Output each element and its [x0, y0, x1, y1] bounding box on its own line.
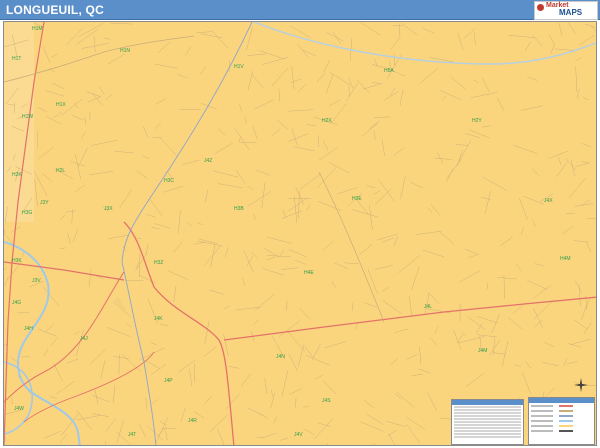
postal-code-label: J4V [294, 432, 303, 438]
logo-text-bottom: MAPS [559, 8, 583, 17]
postal-code-label: J4H [24, 326, 33, 332]
key-row-street [531, 409, 592, 413]
postal-code-label: J4J [80, 336, 88, 342]
postal-code-label: J4X [544, 198, 553, 204]
legend-row [454, 415, 521, 417]
title-bar: LONGUEUIL, QC Market MAPS [0, 0, 600, 20]
legend-row [454, 406, 521, 408]
postal-code-label: H3Z [154, 260, 163, 266]
key-row-highway [531, 404, 592, 408]
postal-code-label: H2L [56, 168, 65, 174]
legend-row [454, 436, 521, 438]
postal-code-label: J4W [14, 406, 24, 412]
key-row-scale [531, 429, 592, 433]
key-row-land [531, 424, 592, 428]
postal-code-label: H1N [120, 48, 130, 54]
map-canvas[interactable]: H1M H1N H1T H1V H1X H1W H2K H2L H2X H2Y H3C H3B H3E H… [3, 21, 597, 446]
postal-code-label: J3X [104, 206, 113, 212]
postal-code-label: H4M [560, 256, 571, 262]
map-title: LONGUEUIL, QC [6, 3, 104, 17]
logo-pin-icon [537, 4, 544, 11]
postal-code-label: H3C [164, 178, 174, 184]
postal-code-label: J3Y [40, 200, 49, 206]
postal-code-label: H1T [12, 56, 21, 62]
legend-row [454, 424, 521, 426]
postal-code-label: H2Y [472, 118, 482, 124]
legend-row [454, 421, 521, 423]
postal-code-label: J4R [188, 418, 197, 424]
legend-row [454, 409, 521, 411]
postal-code-label: J4T [128, 432, 136, 438]
postal-code-label: J4L [424, 304, 432, 310]
postal-code-label: H4E [304, 270, 314, 276]
postal-code-label: H1V [234, 64, 244, 70]
legend-rows [452, 406, 523, 438]
postal-code-label: H3E [352, 196, 362, 202]
postal-code-label: J4M [478, 348, 487, 354]
postal-code-label: H2K [12, 172, 22, 178]
legend-row [454, 418, 521, 420]
compass-rose-icon [574, 378, 588, 392]
key-row-rail [531, 414, 592, 418]
key-row-water [531, 419, 592, 423]
postal-code-label: H3K [12, 258, 22, 264]
legend-row [454, 433, 521, 435]
postal-code-label: J3V [32, 278, 41, 284]
map-key-legend [528, 397, 595, 445]
postal-code-label: J4K [154, 316, 163, 322]
legend-row [454, 427, 521, 429]
street-index-legend [451, 399, 524, 445]
postal-code-label: H3B [234, 206, 244, 212]
legend-header [452, 400, 523, 405]
postal-code-label: J4G [12, 300, 21, 306]
postal-code-label: J4N [276, 354, 285, 360]
key-header [529, 398, 594, 403]
postal-code-label: H1M [32, 26, 43, 32]
postal-code-label: H1W [22, 114, 33, 120]
market-maps-logo: Market MAPS [534, 1, 598, 20]
postal-code-label: H3G [22, 210, 32, 216]
postal-code-label: J4Z [204, 158, 212, 164]
postal-code-label: J4S [322, 398, 331, 404]
postal-code-label: H1X [56, 102, 66, 108]
legend-row [454, 412, 521, 414]
map-svg: H1M H1N H1T H1V H1X H1W H2K H2L H2X H2Y H3C H3B H3E H… [4, 22, 596, 445]
land-area [4, 22, 596, 445]
postal-code-label: H5A [384, 68, 394, 74]
postal-code-label: H2X [322, 118, 332, 124]
postal-code-label: J4P [164, 378, 173, 384]
legend-row [454, 430, 521, 432]
